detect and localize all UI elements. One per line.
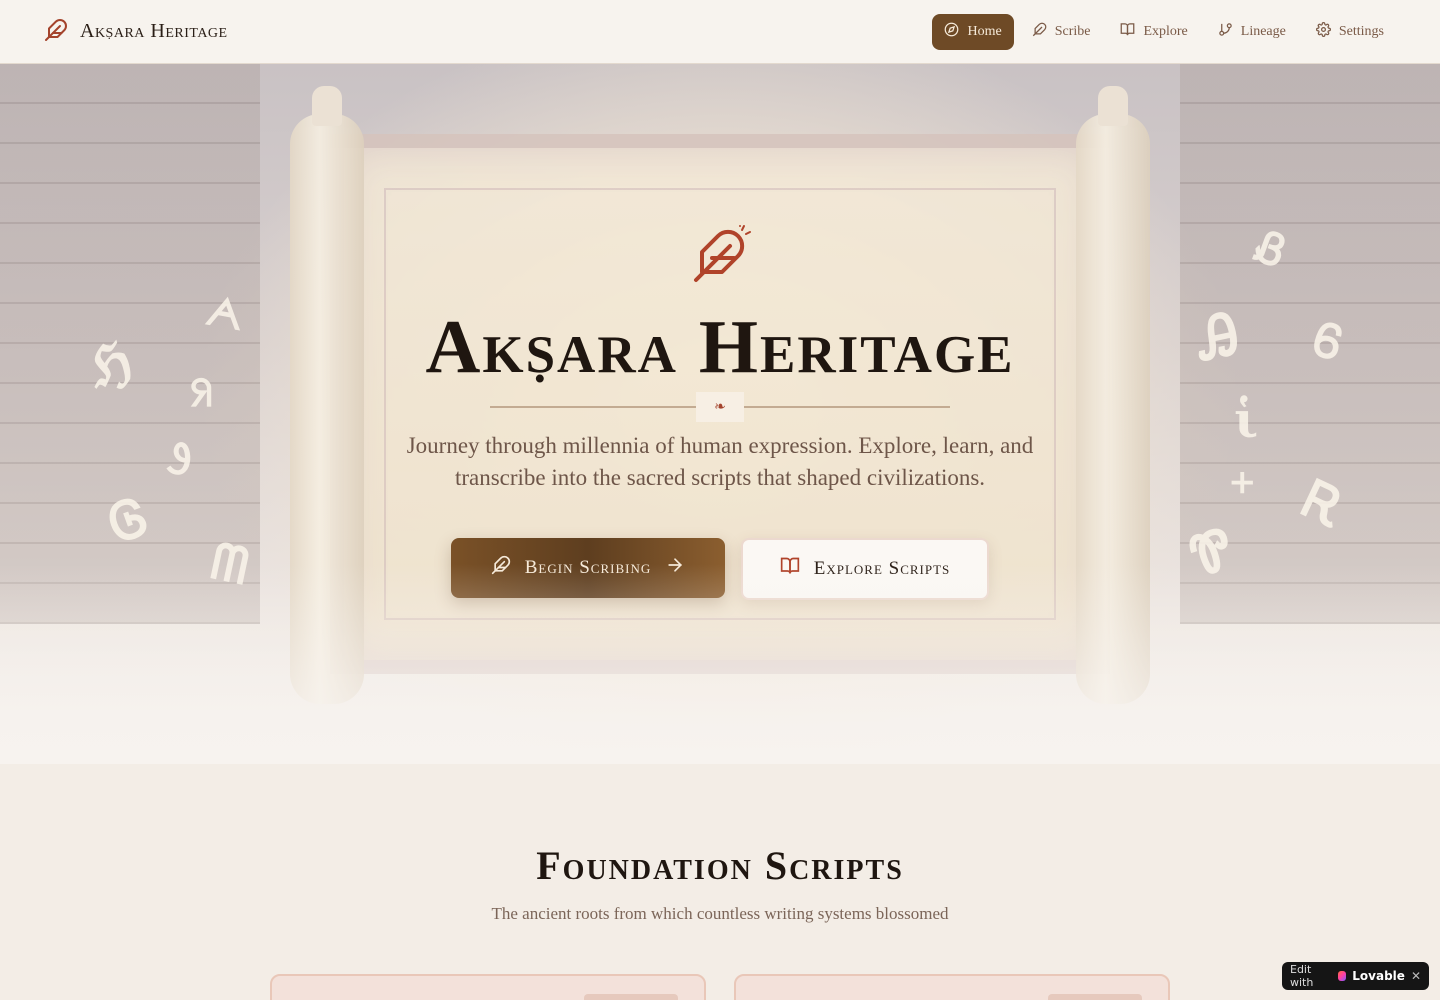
- gear-icon: [1315, 21, 1331, 42]
- git-branch-icon: [1218, 22, 1233, 42]
- card-badge: [584, 994, 678, 1000]
- quill-icon: [690, 224, 752, 286]
- nav-item-label: Home: [967, 23, 1002, 39]
- close-icon[interactable]: ✕: [1411, 969, 1421, 983]
- hero-section: ℌ ᗅ ᖆ Ꮽ Ꮆ ᗰ Ᏸ Ꭿ Ꮾ ἱ + Ꭱ Ꮘ Akṣara Heritag…: [0, 64, 1440, 764]
- book-open-icon: [1120, 22, 1135, 42]
- nav-item-settings[interactable]: Settings: [1304, 14, 1396, 50]
- script-card[interactable]: [270, 974, 706, 1000]
- section-subtitle: The ancient roots from which countless w…: [491, 904, 949, 923]
- top-navbar: Akṣara Heritage Home Scribe Explore Line…: [0, 0, 1440, 64]
- nav-item-explore[interactable]: Explore: [1108, 14, 1199, 50]
- badge-prefix: Edit with: [1290, 963, 1314, 989]
- ornament-divider: ❧: [490, 392, 950, 430]
- nav-item-label: Settings: [1338, 23, 1384, 39]
- foundation-scripts-section: Foundation Scripts The ancient roots fro…: [0, 764, 1440, 1000]
- nav-item-lineage[interactable]: Lineage: [1206, 14, 1298, 50]
- brand-name: Akṣara Heritage: [80, 20, 228, 42]
- nav-item-label: Scribe: [1054, 23, 1091, 39]
- badge-brand: Lovable: [1352, 969, 1405, 983]
- brand[interactable]: Akṣara Heritage: [44, 18, 228, 46]
- script-card[interactable]: [734, 974, 1170, 1000]
- compass-icon: [944, 22, 959, 42]
- main-nav: Home Scribe Explore Lineage Settings: [932, 13, 1396, 50]
- feather-icon: [1032, 22, 1047, 42]
- ornament-icon: ❧: [696, 392, 744, 422]
- nav-item-scribe[interactable]: Scribe: [1020, 14, 1103, 50]
- nav-item-label: Explore: [1143, 23, 1188, 39]
- hero-subtitle: Journey through millennia of human expre…: [406, 433, 1034, 490]
- hero-title: Akṣara Heritage: [425, 305, 1015, 389]
- card-badge: [1048, 994, 1142, 1000]
- nav-item-label: Lineage: [1240, 23, 1286, 39]
- nav-item-home[interactable]: Home: [932, 13, 1014, 50]
- edit-with-lovable-badge[interactable]: Edit with Lovable ✕: [1282, 962, 1429, 990]
- lovable-logo-icon: [1337, 971, 1347, 981]
- section-title: Foundation Scripts: [536, 843, 904, 888]
- feather-icon: [44, 18, 68, 46]
